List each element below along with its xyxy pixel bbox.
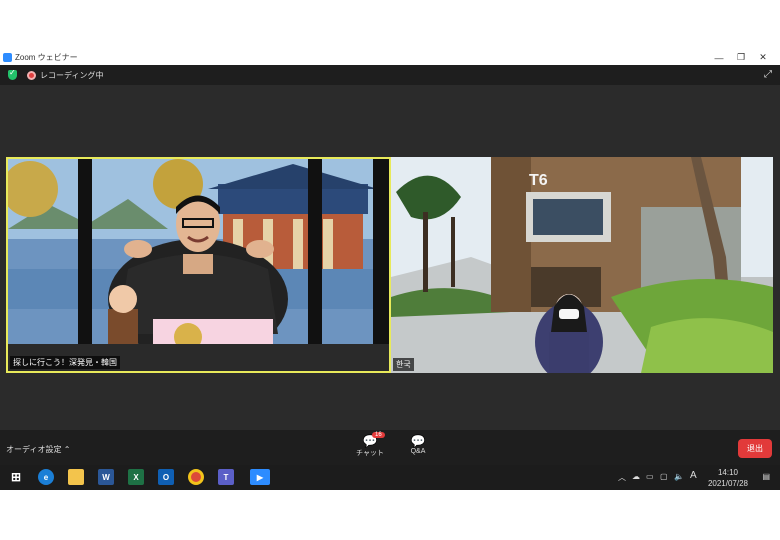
windows-start-icon[interactable]: ⊞ — [8, 469, 24, 485]
chevron-up-icon: ⌃ — [63, 445, 71, 454]
zoom-taskbar-icon[interactable]: ▶ — [250, 469, 270, 485]
audio-settings-label: オーディオ設定 — [6, 445, 62, 454]
onedrive-icon[interactable]: ☁ — [632, 472, 640, 481]
chrome-icon[interactable] — [188, 469, 204, 485]
meeting-controls-bar: オーディオ設定 ⌃ 💬 16 チャット 💬 Q&A 退出 — [0, 430, 780, 465]
audio-settings-button[interactable]: オーディオ設定 ⌃ — [6, 444, 70, 455]
chat-label: チャット — [356, 450, 384, 457]
recording-icon — [27, 70, 36, 80]
leave-button[interactable]: 退出 — [738, 439, 772, 458]
chat-button[interactable]: 💬 16 チャット — [352, 432, 388, 458]
participant-video-frame: T6 — [391, 157, 773, 373]
outlook-icon[interactable]: O — [158, 469, 174, 485]
edge-icon[interactable]: e — [38, 469, 54, 485]
tray-chevron-up-icon[interactable]: ︿ — [618, 472, 626, 483]
qa-icon: 💬 — [410, 434, 426, 448]
restore-button[interactable]: ❐ — [730, 50, 752, 65]
speaker-video-frame — [8, 159, 389, 371]
fullscreen-icon[interactable]: ⤢ — [764, 69, 772, 80]
recording-label: レコーディング中 — [40, 70, 104, 80]
windows-taskbar: ⊞ e W X O T ▶ ︿ ☁ ▭ ▢ 🔈 A 14:10 2021/07/… — [0, 465, 780, 490]
participant-name-label: 探しに行こう！深発見・韓国 — [10, 356, 120, 369]
word-icon[interactable]: W — [98, 469, 114, 485]
video-tile-speaker[interactable]: 探しに行こう！深発見・韓国 — [6, 157, 391, 373]
file-explorer-icon[interactable] — [68, 469, 84, 485]
title-bar: Zoom ウェビナー — ❐ ✕ — [0, 50, 780, 65]
network-icon[interactable]: ▢ — [660, 472, 668, 481]
minimize-button[interactable]: — — [708, 50, 730, 65]
close-button[interactable]: ✕ — [752, 50, 774, 65]
battery-icon[interactable]: ▭ — [646, 472, 654, 481]
ime-indicator[interactable]: A — [690, 470, 697, 481]
security-shield-icon[interactable] — [8, 68, 17, 80]
system-clock[interactable]: 14:10 2021/07/28 — [708, 467, 748, 489]
clock-time: 14:10 — [717, 468, 738, 477]
video-tile-participant[interactable]: T6 한국 — [391, 157, 773, 373]
participant-name-label: 한국 — [393, 358, 414, 371]
notification-icon[interactable]: ▤ — [762, 472, 770, 481]
qa-button[interactable]: 💬 Q&A — [400, 434, 436, 455]
teams-icon[interactable]: T — [218, 469, 234, 485]
qa-label: Q&A — [410, 448, 426, 455]
window-title: Zoom ウェビナー — [15, 53, 78, 62]
svg-text:T6: T6 — [529, 172, 548, 189]
zoom-logo-icon — [3, 53, 12, 62]
chat-unread-badge: 16 — [372, 432, 385, 438]
volume-icon[interactable]: 🔈 — [674, 472, 684, 481]
clock-date: 2021/07/28 — [707, 479, 748, 488]
meeting-top-bar: レコーディング中 ⤢ — [0, 65, 780, 85]
excel-icon[interactable]: X — [128, 469, 144, 485]
